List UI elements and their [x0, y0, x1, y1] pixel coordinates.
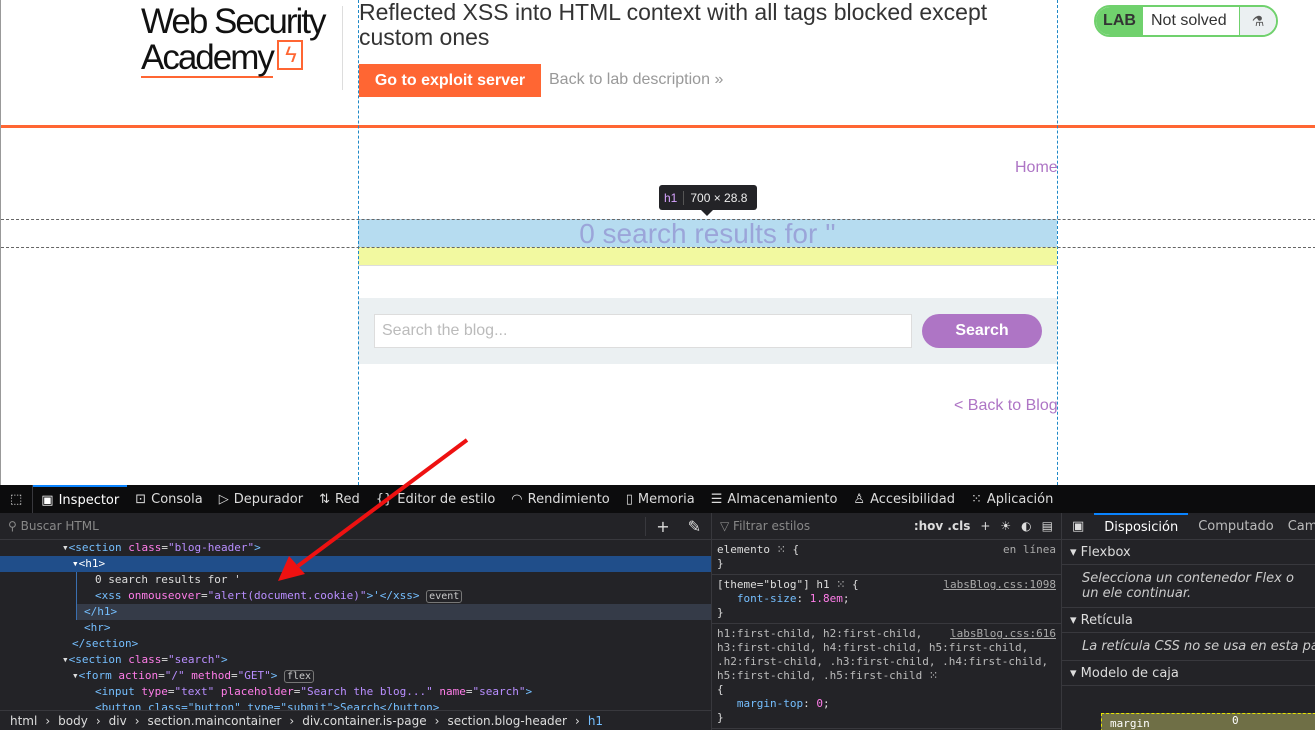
red-arrow-head	[278, 556, 305, 581]
red-arrow-shaft	[296, 438, 469, 568]
annotation-overlay	[278, 438, 469, 581]
